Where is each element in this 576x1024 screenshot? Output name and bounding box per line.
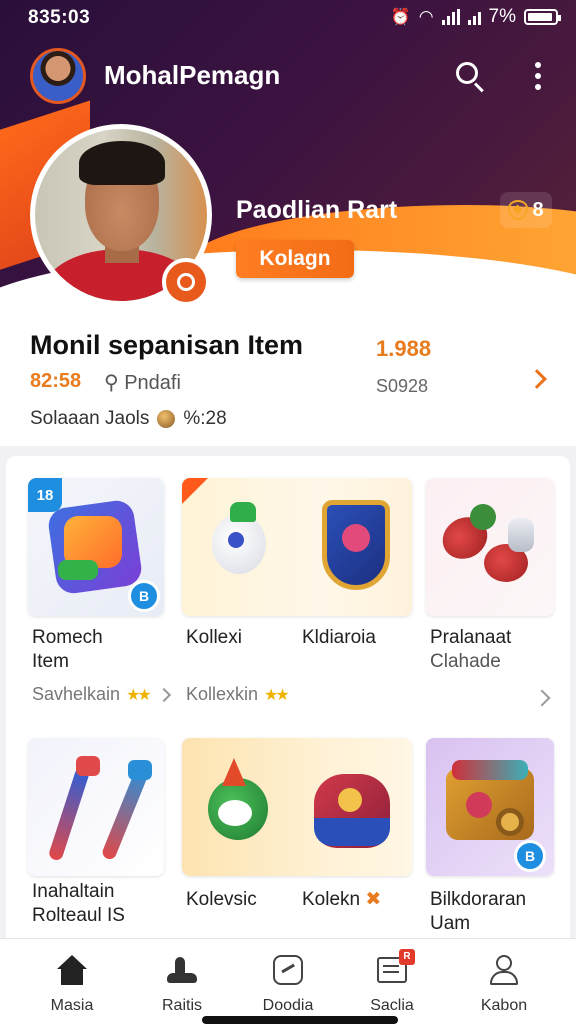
profile-icon bbox=[487, 953, 521, 987]
item-thumbnail: 18 B bbox=[28, 478, 164, 616]
battery-icon bbox=[524, 9, 561, 25]
item-card[interactable]: Kolekn ✖ bbox=[302, 888, 412, 918]
info-type-label: Pndafi bbox=[124, 372, 181, 394]
info-type: ⚲ Pndafi bbox=[104, 370, 181, 395]
item-card[interactable]: 18 B Romech Item bbox=[28, 478, 164, 672]
chevron-right-icon bbox=[156, 687, 171, 702]
nav-item-raitis[interactable]: Raitis bbox=[132, 953, 232, 1015]
star-icon: ★★ bbox=[126, 686, 152, 704]
notification-badge: R bbox=[399, 949, 415, 965]
item-label-line1: Romech bbox=[32, 627, 103, 648]
home-indicator[interactable] bbox=[202, 1016, 398, 1024]
item-label-line2: Clahade bbox=[430, 651, 501, 672]
wifi-icon: ◠ bbox=[418, 7, 434, 26]
status-bar: 835:03 ⏰ ◠ 7% bbox=[0, 0, 576, 34]
news-icon: R bbox=[375, 949, 415, 987]
info-time: 82:58 bbox=[30, 370, 82, 392]
item-label-line1: Bilkdoraran bbox=[430, 889, 527, 910]
nav-item-doodia[interactable]: Doodia bbox=[238, 953, 338, 1015]
item-card[interactable]: Pralanaat Clahade bbox=[426, 478, 554, 672]
nav-item-kabon[interactable]: Kabon bbox=[454, 953, 554, 1015]
info-title: Monil sepanisan Item bbox=[30, 330, 304, 360]
level-value: 8 bbox=[532, 198, 544, 221]
nav-label: Raitis bbox=[161, 997, 202, 1014]
item-label-line2: Item bbox=[32, 651, 69, 672]
avatar-edit-badge-icon[interactable] bbox=[162, 258, 210, 306]
item-label-line2: Uam bbox=[430, 913, 471, 934]
row-link-right-label: Kollexkin bbox=[186, 684, 259, 704]
signal-icon-2 bbox=[467, 9, 481, 25]
item-banner bbox=[182, 738, 412, 876]
user-avatar[interactable] bbox=[30, 48, 86, 104]
info-meta-value: %:28 bbox=[183, 408, 227, 429]
row-link-left-label: Savhelkain bbox=[32, 684, 121, 704]
item-label: Bilkdoraran Uam bbox=[430, 888, 526, 936]
search-icon[interactable] bbox=[452, 58, 488, 94]
nav-label: Doodia bbox=[262, 997, 314, 1014]
status-time: 835:03 bbox=[28, 7, 91, 28]
item-card[interactable]: Inahaltain Rolteaul IS bbox=[28, 738, 164, 928]
item-corner-badge: B bbox=[128, 580, 160, 612]
item-label-line2: Rolteaul IS bbox=[32, 905, 125, 926]
item-label: Kolevsic bbox=[186, 889, 257, 910]
item-thumbnail bbox=[426, 478, 554, 616]
item-card[interactable]: Kldiaroia bbox=[302, 626, 412, 656]
chevron-right-icon[interactable] bbox=[533, 689, 551, 707]
info-stat: 1.988 bbox=[376, 336, 432, 361]
bottom-navigation: Masia Raitis Doodia R Saclia Kabon bbox=[0, 938, 576, 1024]
item-label-line1: Inahaltain bbox=[32, 881, 115, 902]
item-thumbnail: B bbox=[426, 738, 554, 876]
profile-tag-button[interactable]: Kolagn bbox=[236, 240, 354, 278]
item-banner bbox=[182, 478, 412, 616]
shoe-icon bbox=[165, 953, 199, 987]
battery-percent: 7% bbox=[488, 6, 516, 27]
tools-icon: ✖ bbox=[365, 889, 382, 910]
item-label: Pralanaat Clahade bbox=[430, 626, 511, 674]
pin-icon: ⚲ bbox=[104, 372, 119, 394]
item-label: Romech Item bbox=[32, 626, 103, 674]
info-meta: Solaaan Jaols %:28 bbox=[30, 408, 227, 430]
nav-item-saclia[interactable]: R Saclia bbox=[342, 949, 442, 1015]
nav-item-home[interactable]: Masia bbox=[22, 953, 122, 1015]
signal-icon bbox=[441, 9, 460, 25]
item-thumbnail bbox=[28, 738, 164, 876]
items-grid: 18 B Romech Item Kollexi Kldiaroia Prala… bbox=[6, 456, 570, 946]
item-card[interactable]: Kollexi bbox=[182, 626, 292, 656]
item-card[interactable]: Kolevsic bbox=[182, 888, 292, 918]
item-label-line1: Pralanaat bbox=[430, 627, 512, 648]
info-sub-value: S0928 bbox=[376, 376, 429, 396]
chevron-right-icon[interactable] bbox=[527, 369, 547, 389]
row-link-left[interactable]: Savhelkain ★★ bbox=[32, 684, 171, 705]
tag-icon bbox=[271, 953, 305, 987]
item-corner-badge: B bbox=[514, 840, 546, 872]
nav-label: Saclia bbox=[370, 997, 414, 1014]
top-bar: MohalPemagn bbox=[0, 44, 576, 108]
alarm-icon: ⏰ bbox=[390, 9, 411, 26]
coin-icon bbox=[157, 410, 176, 428]
shield-icon bbox=[508, 200, 529, 220]
more-options-icon[interactable] bbox=[528, 58, 548, 94]
item-label: Kldiaroia bbox=[302, 627, 376, 648]
nav-label: Kabon bbox=[480, 997, 528, 1014]
row-link-right[interactable]: Kollexkin ★★ bbox=[186, 684, 290, 705]
status-icons: ⏰ ◠ 7% bbox=[390, 6, 561, 28]
app-title: MohalPemagn bbox=[104, 60, 281, 90]
item-label: Inahaltain Rolteaul IS bbox=[32, 880, 125, 928]
profile-name: Paodlian Rart bbox=[236, 196, 398, 224]
item-label: Kollexi bbox=[186, 627, 242, 648]
level-badge: 8 bbox=[500, 192, 552, 228]
star-icon: ★★ bbox=[264, 686, 290, 704]
item-label-text: Kolekn bbox=[302, 889, 361, 910]
home-icon bbox=[55, 953, 89, 987]
item-top-badge: 18 bbox=[28, 478, 62, 512]
item-card[interactable]: B Bilkdoraran Uam bbox=[426, 738, 554, 938]
info-meta-label: Solaaan Jaols bbox=[30, 408, 150, 429]
item-label: Kolekn ✖ bbox=[302, 888, 381, 912]
nav-label: Masia bbox=[50, 997, 94, 1014]
info-section: Monil sepanisan Item 1.988 82:58 ⚲ Pndaf… bbox=[0, 300, 576, 446]
